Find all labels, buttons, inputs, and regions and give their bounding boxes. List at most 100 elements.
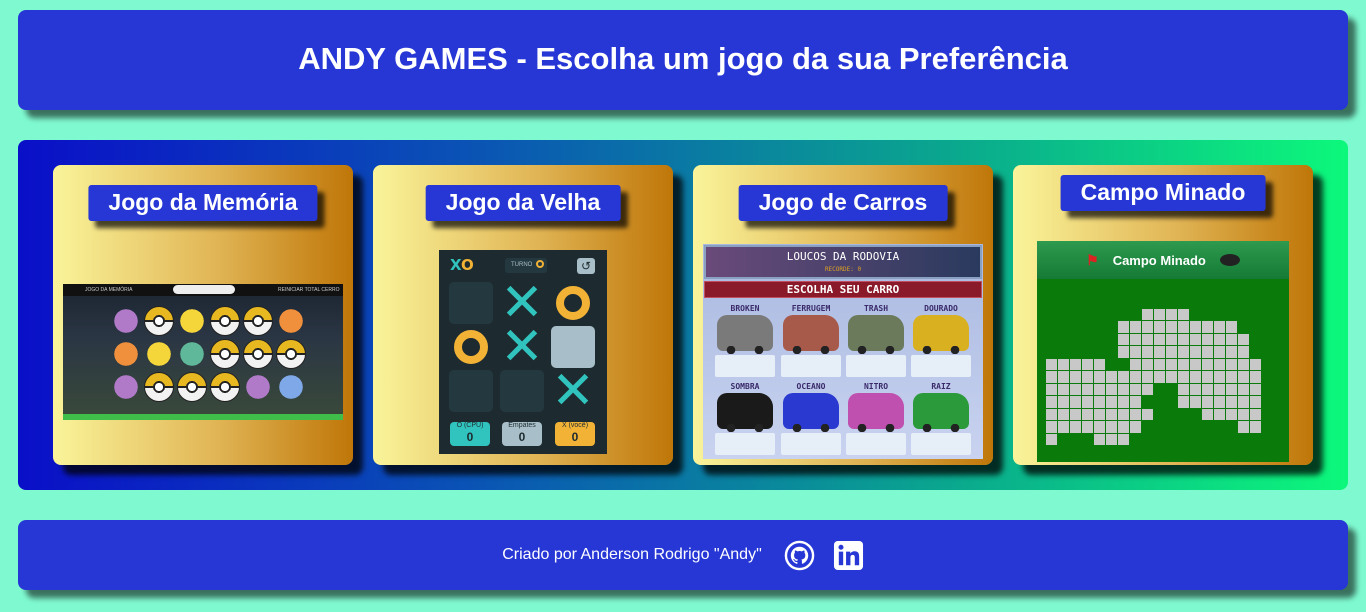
car-stats	[911, 355, 971, 377]
board-cell	[449, 370, 493, 412]
memory-board	[111, 306, 306, 402]
memory-thumb-stats: REINICIAR TOTAL CERRO	[278, 287, 340, 293]
cars-thumb-record: RECORDE: 0	[824, 266, 862, 273]
car-stats	[781, 433, 841, 455]
game-card-velha[interactable]: Jogo da Velha XO TURNO ↺ ✕ ✕ ✕ O (CPU) 0 …	[373, 165, 673, 465]
car-option: RAIZ	[911, 382, 971, 455]
car-option: NITRO	[846, 382, 906, 455]
car-image	[717, 315, 773, 354]
car-name: SOMBRA	[730, 382, 760, 391]
cars-thumb-banner: LOUCOS DA RODOVIA RECORDE: 0	[704, 245, 982, 279]
xo-logo: XO	[450, 256, 474, 274]
tictactoe-game-thumbnail[interactable]: XO TURNO ↺ ✕ ✕ ✕ O (CPU) 0 Empates 0 X (vo…	[439, 250, 607, 454]
car-name: RAIZ	[931, 382, 951, 391]
github-icon[interactable]	[784, 540, 815, 571]
pokemon-card	[243, 372, 273, 402]
score-player: X (você) 0	[555, 422, 595, 446]
restart-icon: ↺	[577, 258, 595, 274]
pokeball-card	[243, 339, 273, 369]
pokeball-card	[177, 372, 207, 402]
pokemon-card	[144, 339, 174, 369]
car-stats	[846, 433, 906, 455]
score-label: O (CPU)	[456, 422, 484, 429]
game-card-carros[interactable]: Jogo de Carros LOUCOS DA RODOVIA RECORDE…	[693, 165, 993, 465]
car-name: FERRUGEM	[791, 304, 831, 313]
car-stats	[715, 355, 775, 377]
pokemon-card	[177, 306, 207, 336]
game-card-title[interactable]: Campo Minado	[1060, 175, 1266, 211]
flag-icon: ⚑	[1086, 251, 1099, 268]
board-cell	[500, 370, 544, 412]
score-label: Empates	[508, 422, 536, 429]
games-panel: Jogo da Memória JOGO DA MEMÓRIA REINICIA…	[18, 140, 1348, 490]
car-stats	[781, 355, 841, 377]
score-draws: Empates 0	[502, 422, 542, 446]
pokemon-card	[111, 372, 141, 402]
car-option: OCEANO	[781, 382, 841, 455]
pokeball-card	[276, 339, 306, 369]
car-image	[783, 315, 839, 354]
footer-credit: Criado por Anderson Rodrigo "Andy"	[502, 546, 762, 563]
game-card-title[interactable]: Jogo da Memória	[88, 185, 318, 221]
car-name: OCEANO	[796, 382, 826, 391]
car-option: BROKEN	[715, 304, 775, 377]
car-image	[717, 393, 773, 432]
cars-thumb-subtitle: ESCOLHA SEU CARRO	[704, 281, 982, 298]
car-name: NITRO	[863, 382, 889, 391]
car-option: TRASH	[846, 304, 906, 377]
x-mark-icon: ✕	[551, 361, 595, 421]
pokeball-card	[210, 306, 240, 336]
page-header: ANDY GAMES - Escolha um jogo da sua Pref…	[18, 10, 1348, 110]
minesweeper-board	[1046, 296, 1273, 462]
pokemon-card	[177, 339, 207, 369]
page-footer: Criado por Anderson Rodrigo "Andy"	[18, 520, 1348, 590]
cars-game-thumbnail[interactable]: LOUCOS DA RODOVIA RECORDE: 0 ESCOLHA SEU…	[703, 244, 983, 459]
car-option: FERRUGEM	[781, 304, 841, 377]
mine-icon	[1219, 254, 1240, 266]
score-value: 0	[571, 430, 579, 444]
game-card-title[interactable]: Jogo de Carros	[738, 185, 948, 221]
memory-thumb-floor	[63, 414, 343, 420]
turn-indicator: TURNO	[505, 258, 547, 273]
minesweeper-thumb-header: ⚑ Campo Minado	[1037, 241, 1289, 279]
o-mark-icon	[454, 330, 488, 364]
car-image	[848, 393, 904, 432]
car-stats	[911, 433, 971, 455]
turn-label: TURNO	[511, 262, 533, 268]
car-stats	[846, 355, 906, 377]
linkedin-icon[interactable]	[833, 540, 864, 571]
car-name: BROKEN	[730, 304, 760, 313]
pokemon-card	[111, 339, 141, 369]
turn-o-icon	[536, 260, 545, 269]
memory-game-thumbnail[interactable]: JOGO DA MEMÓRIA REINICIAR TOTAL CERRO	[63, 284, 343, 420]
game-card-title[interactable]: Jogo da Velha	[425, 185, 621, 221]
car-name: DOURADO	[924, 304, 958, 313]
board-cell	[449, 282, 493, 324]
car-option: DOURADO	[911, 304, 971, 377]
score-value: 0	[466, 430, 474, 444]
audio-player	[173, 285, 235, 294]
car-name: TRASH	[863, 304, 889, 313]
pokeball-card	[210, 339, 240, 369]
score-cpu: O (CPU) 0	[450, 422, 490, 446]
pokeball-card	[144, 372, 174, 402]
minesweeper-game-thumbnail[interactable]: ⚑ Campo Minado	[1037, 241, 1289, 462]
pokeball-card	[210, 372, 240, 402]
car-image	[913, 393, 969, 432]
memory-thumb-title: JOGO DA MEMÓRIA	[85, 287, 133, 293]
pokemon-card	[276, 306, 306, 336]
car-option: SOMBRA	[715, 382, 775, 455]
score-value: 0	[518, 430, 526, 444]
car-image	[783, 393, 839, 432]
game-card-campo-minado[interactable]: Campo Minado ⚑ Campo Minado	[1013, 165, 1313, 465]
pokemon-card	[111, 306, 141, 336]
game-card-memoria[interactable]: Jogo da Memória JOGO DA MEMÓRIA REINICIA…	[53, 165, 353, 465]
cars-thumb-title: LOUCOS DA RODOVIA	[786, 250, 900, 263]
minesweeper-thumb-title: Campo Minado	[1112, 252, 1206, 268]
board-cell	[449, 326, 493, 368]
pokemon-card	[276, 372, 306, 402]
pokeball-card	[243, 306, 273, 336]
car-stats	[715, 433, 775, 455]
car-image	[913, 315, 969, 354]
pokeball-card	[144, 306, 174, 336]
